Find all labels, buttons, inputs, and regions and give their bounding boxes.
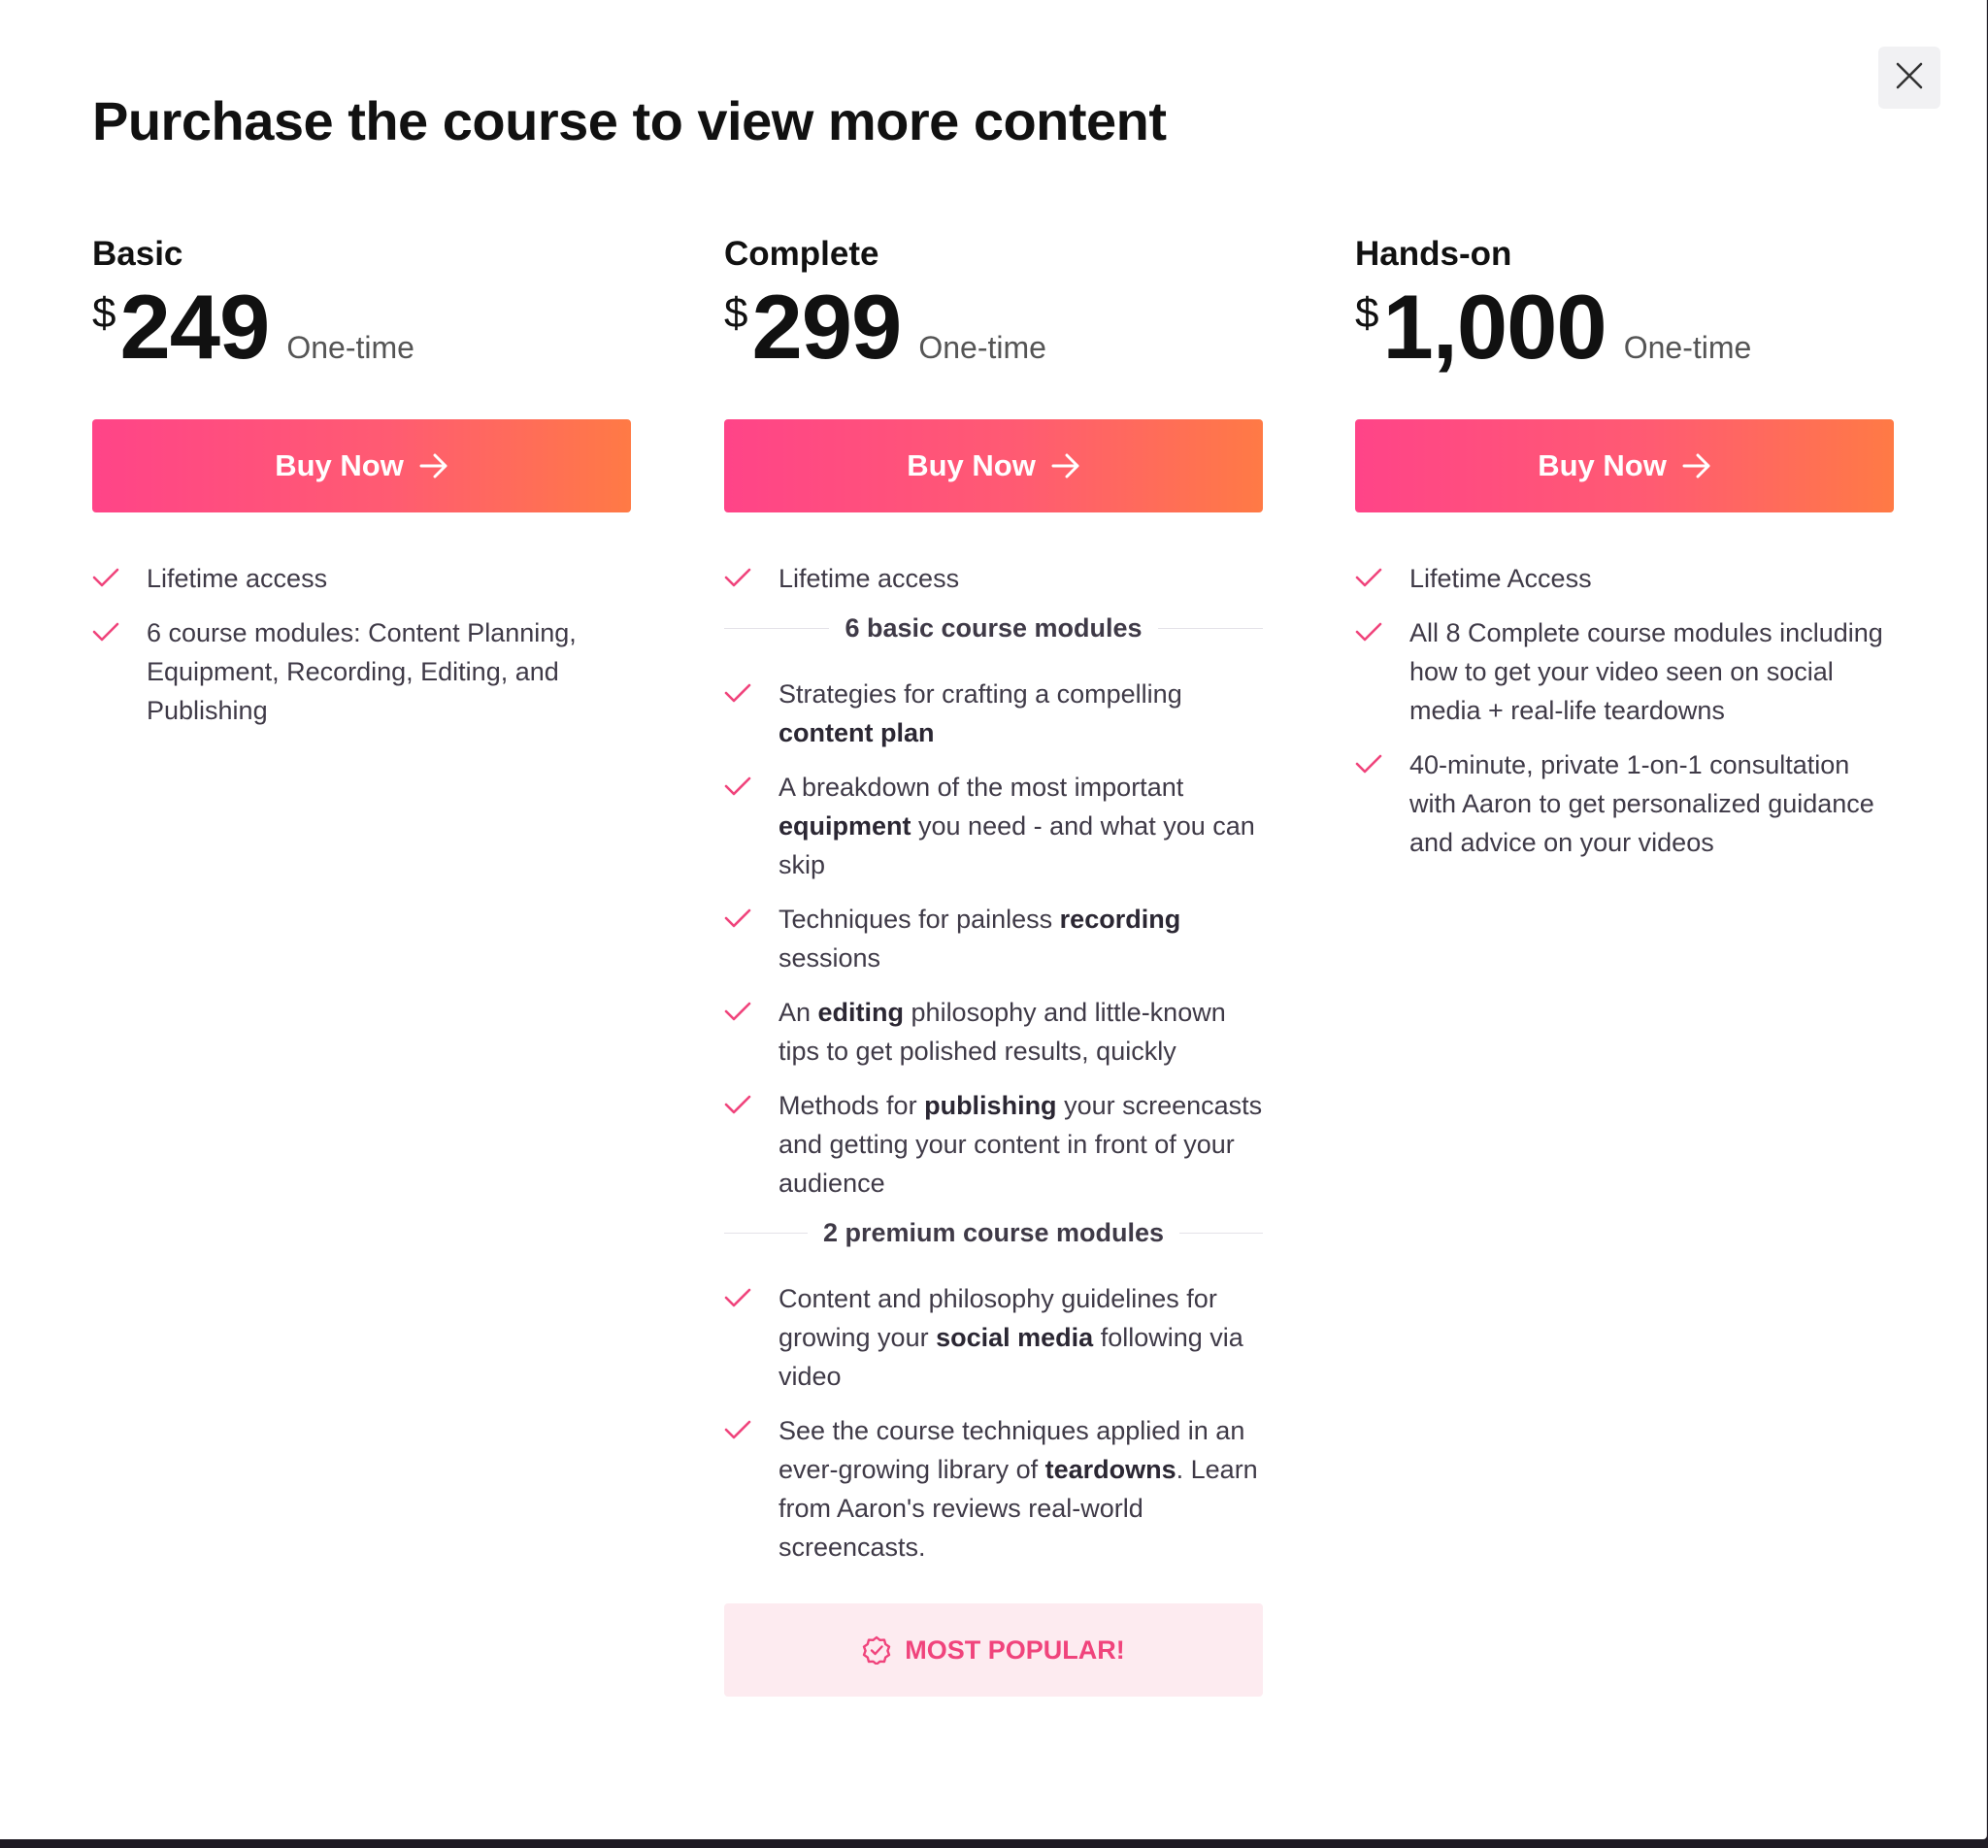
plan-name: Hands-on [1355, 235, 1512, 273]
price-period: One-time [918, 330, 1046, 365]
divider-line [724, 1233, 808, 1234]
feature-list: Lifetime Access All 8 Complete course mo… [1355, 559, 1894, 862]
feature-text: All 8 Complete course modules including … [1409, 618, 1883, 725]
feature-item: Content and philosophy guidelines for gr… [724, 1279, 1263, 1396]
feature-list: Lifetime access 6 course modules: Conten… [92, 559, 631, 730]
feature-item: An editing philosophy and little-known t… [724, 993, 1263, 1071]
check-icon [92, 559, 147, 588]
feature-item: Techniques for painless recording sessio… [724, 900, 1263, 977]
price-amount: 1,000 [1382, 276, 1607, 378]
arrow-right-icon [1682, 453, 1711, 478]
arrow-right-icon [1051, 453, 1080, 478]
price-amount: 299 [751, 276, 902, 378]
price-currency: $ [724, 289, 748, 337]
feature-text: 6 course modules: Content Planning, Equi… [147, 618, 577, 725]
divider-line [1157, 628, 1263, 629]
price: $ 249 One-time [92, 280, 631, 375]
buy-now-button-hands-on[interactable]: Buy Now [1355, 419, 1894, 512]
plan-name: Complete [724, 235, 879, 273]
feature-item: Lifetime access [92, 559, 631, 598]
buy-now-button-complete[interactable]: Buy Now [724, 419, 1263, 512]
plan-name: Basic [92, 235, 183, 273]
price-amount: 249 [119, 276, 270, 378]
feature-item: 6 course modules: Content Planning, Equi… [92, 613, 631, 730]
buy-now-label: Buy Now [907, 448, 1036, 482]
section-heading: 2 premium course modules [822, 1218, 1165, 1247]
plan-basic: Basic $ 249 One-time Buy Now Lifetime ac… [92, 231, 631, 745]
divider-line [724, 628, 830, 629]
most-popular-badge: MOST POPULAR! [724, 1603, 1263, 1697]
price-currency: $ [92, 289, 116, 337]
buy-now-button-basic[interactable]: Buy Now [92, 419, 631, 512]
feature-text: Lifetime access [779, 564, 960, 593]
price: $ 299 One-time [724, 280, 1263, 375]
price-currency: $ [1355, 289, 1379, 337]
check-icon [724, 993, 779, 1022]
feature-text: Content and philosophy guidelines for gr… [779, 1284, 1243, 1391]
price-period: One-time [286, 330, 414, 365]
feature-item: Strategies for crafting a compelling con… [724, 675, 1263, 752]
price: $ 1,000 One-time [1355, 280, 1894, 375]
check-icon [724, 675, 779, 704]
check-icon [724, 768, 779, 797]
feature-item: A breakdown of the most important equipm… [724, 768, 1263, 884]
feature-text: Techniques for painless recording sessio… [779, 905, 1181, 973]
section-heading: 6 basic course modules [845, 613, 1143, 643]
section-divider-basic: 6 basic course modules [724, 613, 1263, 644]
check-icon [1355, 613, 1409, 643]
section-divider-premium: 2 premium course modules [724, 1218, 1264, 1248]
check-icon [724, 1411, 779, 1440]
check-icon [1355, 559, 1409, 588]
feature-item: Lifetime access [724, 559, 1263, 598]
badge-check-icon [862, 1635, 891, 1665]
check-icon [724, 1086, 779, 1115]
feature-text: Strategies for crafting a compelling con… [779, 679, 1182, 747]
badge-label: MOST POPULAR! [905, 1634, 1125, 1665]
check-icon [724, 1279, 779, 1308]
feature-text: See the course techniques applied in an … [779, 1416, 1258, 1562]
feature-text: Methods for publishing your screencasts … [779, 1091, 1263, 1198]
close-icon [1895, 61, 1924, 95]
feature-item: Lifetime Access [1355, 559, 1894, 598]
check-icon [724, 559, 779, 588]
dialog-title: Purchase the course to view more content [92, 90, 1167, 151]
divider-line [1179, 1233, 1264, 1234]
arrow-right-icon [419, 453, 448, 478]
feature-text: An editing philosophy and little-known t… [779, 998, 1226, 1066]
feature-item: All 8 Complete course modules including … [1355, 613, 1894, 730]
purchase-dialog: Purchase the course to view more content… [0, 0, 1987, 1839]
check-icon [92, 613, 147, 643]
plan-hands-on: Hands-on $ 1,000 One-time Buy Now Lifeti… [1355, 231, 1894, 877]
buy-now-label: Buy Now [1538, 448, 1667, 482]
feature-list: Lifetime access 6 basic course modules S… [724, 559, 1264, 1567]
check-icon [1355, 745, 1409, 775]
plan-complete: Complete $ 299 One-time Buy Now Lifetime… [724, 231, 1264, 1697]
feature-text: A breakdown of the most important equipm… [779, 773, 1255, 879]
feature-text: Lifetime access [147, 564, 328, 593]
feature-item: See the course techniques applied in an … [724, 1411, 1263, 1567]
price-period: One-time [1623, 330, 1752, 365]
feature-text: Lifetime Access [1409, 564, 1592, 593]
check-icon [724, 900, 779, 929]
buy-now-label: Buy Now [275, 448, 404, 482]
close-button[interactable] [1878, 47, 1940, 109]
feature-item: 40-minute, private 1-on-1 consultation w… [1355, 745, 1894, 862]
feature-text: 40-minute, private 1-on-1 consultation w… [1409, 750, 1874, 857]
feature-item: Methods for publishing your screencasts … [724, 1086, 1263, 1203]
